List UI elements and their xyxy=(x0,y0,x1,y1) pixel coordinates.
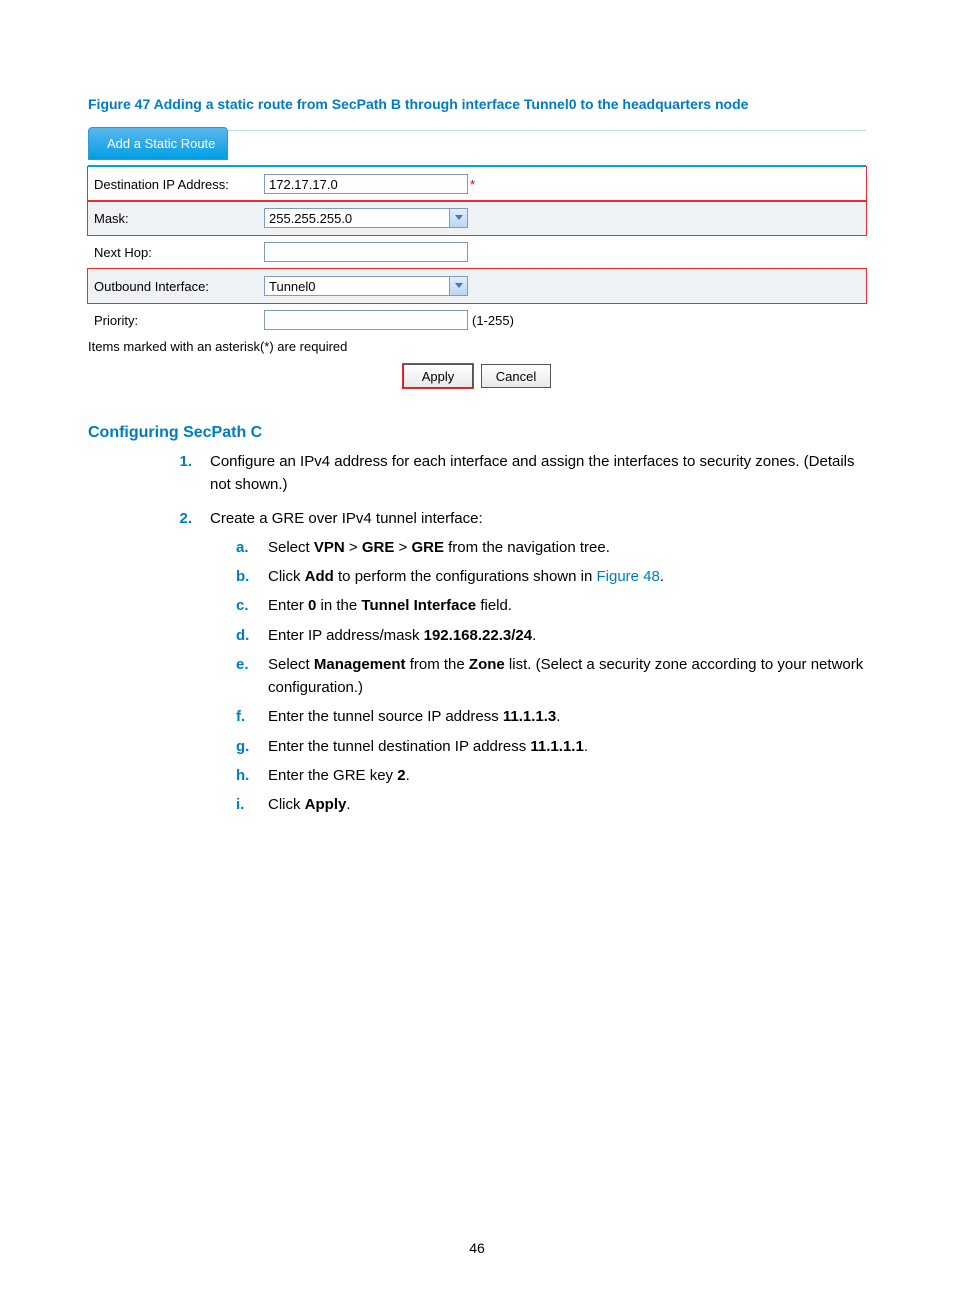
mask-select[interactable]: 255.255.255.0 xyxy=(264,208,468,228)
tab-add-static-route[interactable]: Add a Static Route xyxy=(88,127,228,160)
step-h: Enter the GRE key 2. xyxy=(268,764,410,787)
apply-button[interactable]: Apply xyxy=(403,364,473,388)
list-marker: b. xyxy=(210,565,268,588)
step-c: Enter 0 in the Tunnel Interface field. xyxy=(268,594,512,617)
priority-range-hint: (1-255) xyxy=(472,313,514,328)
label-mask: Mask: xyxy=(94,211,264,226)
label-outbound-interface: Outbound Interface: xyxy=(94,279,264,294)
step-d: Enter IP address/mask 192.168.22.3/24. xyxy=(268,624,536,647)
step-1-text: Configure an IPv4 address for each inter… xyxy=(210,450,866,497)
cancel-button[interactable]: Cancel xyxy=(481,364,551,388)
label-priority: Priority: xyxy=(94,313,264,328)
list-marker: e. xyxy=(210,653,268,700)
tab-underline xyxy=(88,165,866,167)
list-item: d. Enter IP address/mask 192.168.22.3/24… xyxy=(210,624,866,647)
step-e: Select Management from the Zone list. (S… xyxy=(268,653,866,700)
list-marker: f. xyxy=(210,705,268,728)
step-2-text: Create a GRE over IPv4 tunnel interface: xyxy=(210,510,483,527)
list-item: 1. Configure an IPv4 address for each in… xyxy=(164,450,866,497)
step-b: Click Add to perform the configurations … xyxy=(268,565,664,588)
label-destination-ip: Destination IP Address: xyxy=(94,177,264,192)
priority-input[interactable] xyxy=(264,310,468,330)
button-row: Apply Cancel xyxy=(88,364,866,388)
required-asterisk: * xyxy=(470,177,475,192)
list-marker: c. xyxy=(210,594,268,617)
list-marker: d. xyxy=(210,624,268,647)
list-item: e. Select Management from the Zone list.… xyxy=(210,653,866,700)
list-item: a. Select VPN > GRE > GRE from the navig… xyxy=(210,536,866,559)
alpha-list: a. Select VPN > GRE > GRE from the navig… xyxy=(210,536,866,817)
list-marker: 2. xyxy=(164,507,210,823)
step-a: Select VPN > GRE > GRE from the navigati… xyxy=(268,536,610,559)
list-marker: 1. xyxy=(164,450,210,497)
list-marker: a. xyxy=(210,536,268,559)
row-outbound-interface: Outbound Interface: Tunnel0 xyxy=(88,269,866,303)
page-number: 46 xyxy=(0,1240,954,1256)
destination-ip-input[interactable]: 172.17.17.0 xyxy=(264,174,468,194)
static-route-form: Add a Static Route Destination IP Addres… xyxy=(88,130,866,337)
figure-caption: Figure 47 Adding a static route from Sec… xyxy=(88,96,866,112)
required-note: Items marked with an asterisk(*) are req… xyxy=(88,339,866,354)
next-hop-input[interactable] xyxy=(264,242,468,262)
mask-select-value: 255.255.255.0 xyxy=(269,211,352,226)
outbound-interface-select[interactable]: Tunnel0 xyxy=(264,276,468,296)
list-marker: h. xyxy=(210,764,268,787)
chevron-down-icon[interactable] xyxy=(449,277,467,295)
list-item: 2. Create a GRE over IPv4 tunnel interfa… xyxy=(164,507,866,823)
step-i: Click Apply. xyxy=(268,793,351,816)
list-item: c. Enter 0 in the Tunnel Interface field… xyxy=(210,594,866,617)
row-mask: Mask: 255.255.255.0 xyxy=(88,201,866,235)
list-item: i. Click Apply. xyxy=(210,793,866,816)
numbered-list: 1. Configure an IPv4 address for each in… xyxy=(164,450,866,822)
row-destination-ip: Destination IP Address: 172.17.17.0 * xyxy=(88,167,866,201)
figure-48-link[interactable]: Figure 48 xyxy=(596,568,659,585)
row-next-hop: Next Hop: xyxy=(88,235,866,269)
row-priority: Priority: (1-255) xyxy=(88,303,866,337)
list-marker: g. xyxy=(210,735,268,758)
heading-configuring-secpath-c: Configuring SecPath C xyxy=(88,424,866,442)
list-marker: i. xyxy=(210,793,268,816)
list-item: b. Click Add to perform the configuratio… xyxy=(210,565,866,588)
step-f: Enter the tunnel source IP address 11.1.… xyxy=(268,705,560,728)
list-item: h. Enter the GRE key 2. xyxy=(210,764,866,787)
label-next-hop: Next Hop: xyxy=(94,245,264,260)
list-item: g. Enter the tunnel destination IP addre… xyxy=(210,735,866,758)
chevron-down-icon[interactable] xyxy=(449,209,467,227)
outbound-interface-value: Tunnel0 xyxy=(269,279,316,294)
list-item: f. Enter the tunnel source IP address 11… xyxy=(210,705,866,728)
step-g: Enter the tunnel destination IP address … xyxy=(268,735,588,758)
